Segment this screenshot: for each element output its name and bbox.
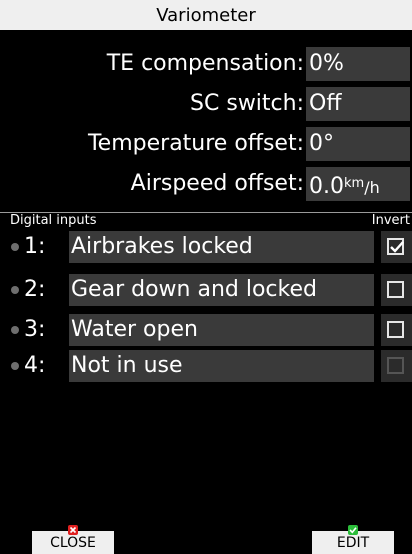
input-number: 2: [24, 277, 46, 302]
bullet-icon [11, 326, 19, 334]
checkbox-disabled-icon [387, 357, 404, 374]
te-compensation-field[interactable]: 0% [306, 47, 410, 81]
edit-button[interactable]: EDIT [312, 525, 394, 554]
digital-inputs-header: Digital inputs Invert [0, 211, 412, 231]
digital-input-row-2[interactable]: 2: Gear down and locked [0, 274, 412, 306]
checkbox-checked-icon [387, 238, 404, 255]
page-title: Variometer [156, 4, 256, 26]
invert-checkbox-4 [381, 350, 412, 382]
digital-input-4-function[interactable]: Not in use [69, 350, 374, 382]
edit-button-label: EDIT [336, 535, 370, 551]
te-compensation-label: TE compensation: [106, 51, 304, 76]
invert-checkbox-2[interactable] [381, 274, 412, 306]
red-x-icon [68, 525, 78, 535]
airspeed-offset-label: Airspeed offset: [130, 171, 304, 196]
bullet-icon [11, 243, 19, 251]
airspeed-unit-numerator: km [344, 176, 365, 191]
airspeed-unit-denominator: h [369, 178, 380, 197]
digital-input-2-function[interactable]: Gear down and locked [69, 274, 374, 306]
sc-switch-label: SC switch: [190, 91, 304, 116]
checkbox-unchecked-icon [387, 281, 404, 298]
te-compensation-row[interactable]: TE compensation: 0% [0, 47, 412, 81]
airspeed-offset-field[interactable]: 0.0km/h [306, 167, 410, 201]
input-number: 4: [24, 353, 46, 378]
sc-switch-field[interactable]: Off [306, 87, 410, 121]
title-bar: Variometer [0, 0, 412, 30]
digital-input-1-function[interactable]: Airbrakes locked [69, 231, 374, 263]
digital-input-3-function[interactable]: Water open [69, 314, 374, 346]
digital-inputs-title: Digital inputs [10, 213, 97, 228]
checkbox-unchecked-icon [387, 321, 404, 338]
digital-input-row-1[interactable]: 1: Airbrakes locked [0, 231, 412, 263]
temperature-offset-label: Temperature offset: [87, 131, 304, 156]
input-number: 1: [24, 234, 46, 259]
temperature-offset-row[interactable]: Temperature offset: 0° [0, 127, 412, 161]
close-button-label: CLOSE [50, 535, 96, 551]
bullet-icon [11, 362, 19, 370]
green-check-icon [348, 525, 358, 535]
airspeed-offset-row[interactable]: Airspeed offset: 0.0km/h [0, 167, 412, 201]
bullet-icon [11, 286, 19, 294]
digital-input-row-4[interactable]: 4: Not in use [0, 350, 412, 382]
airspeed-offset-value: 0.0 [309, 174, 344, 199]
sc-switch-row[interactable]: SC switch: Off [0, 87, 412, 121]
input-number: 3: [24, 317, 46, 342]
settings-screen: TE compensation: 0% SC switch: Off Tempe… [0, 30, 412, 524]
close-button[interactable]: CLOSE [32, 525, 114, 554]
invert-column-title: Invert [371, 213, 410, 228]
digital-input-row-3[interactable]: 3: Water open [0, 314, 412, 346]
invert-checkbox-1[interactable] [381, 231, 412, 263]
temperature-offset-field[interactable]: 0° [306, 127, 410, 161]
invert-checkbox-3[interactable] [381, 314, 412, 346]
